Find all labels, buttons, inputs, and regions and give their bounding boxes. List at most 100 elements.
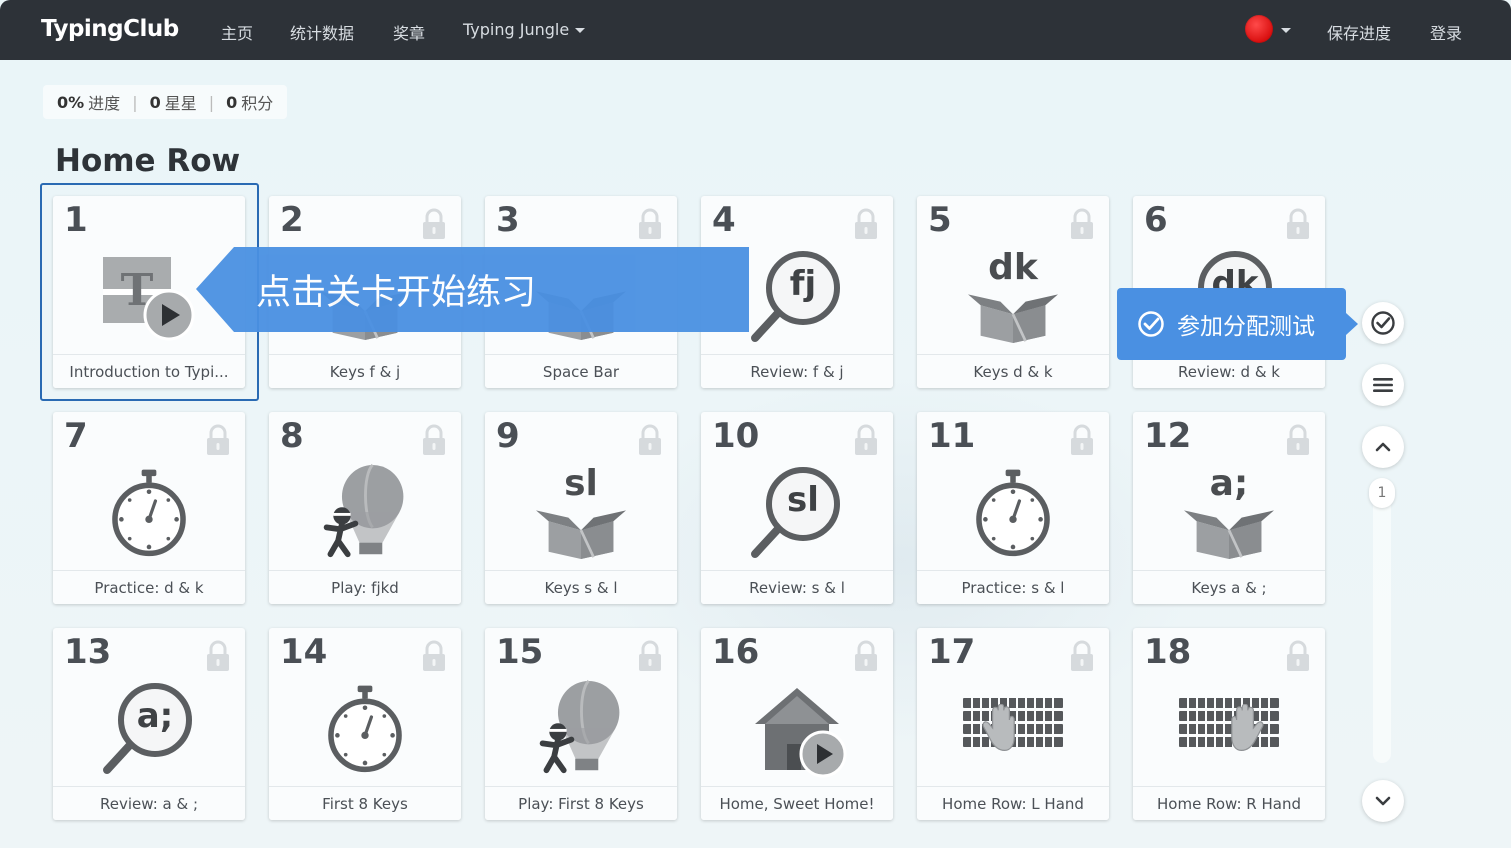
lesson-tile[interactable]: 10 sl Review: s & l [701, 412, 893, 604]
box-key-text: sl [564, 463, 598, 504]
lesson-tile[interactable]: 17 Home Row: L Hand [917, 628, 1109, 820]
lesson-number: 2 [280, 200, 304, 240]
nav-link-stats[interactable]: 统计数据 [290, 20, 354, 44]
placement-test-body[interactable]: 参加分配测试 [1117, 288, 1346, 360]
lesson-tile[interactable]: 14 First 8 Keys [269, 628, 461, 820]
top-navbar: TypingClub 主页 统计数据 奖章 Typing Jungle 保存进度… [0, 0, 1511, 60]
lesson-tile[interactable]: 7 Practice: d & k [53, 412, 245, 604]
lesson-title: Keys a & ; [1133, 570, 1325, 604]
lesson-title: Play: First 8 Keys [485, 786, 677, 820]
callout-arrow [196, 247, 234, 332]
lock-icon [853, 640, 879, 672]
lock-icon [421, 640, 447, 672]
check-circle-icon [1138, 311, 1164, 337]
lock-icon [205, 424, 231, 456]
progress-stats-bar: 0% 进度 | 0 星星 | 0 积分 [43, 85, 288, 119]
stats-divider: | [132, 92, 138, 112]
box-icon [968, 289, 1058, 343]
placement-test-button[interactable] [1362, 302, 1404, 344]
lesson-title: Practice: s & l [917, 570, 1109, 604]
lesson-number: 8 [280, 416, 304, 456]
points-value: 0 [226, 92, 238, 112]
placement-test-label: 参加分配测试 [1177, 314, 1315, 340]
lesson-artwork [53, 456, 245, 568]
nav-link-home[interactable]: 主页 [221, 20, 253, 44]
lock-icon [1069, 424, 1095, 456]
box-key-text: a; [1209, 463, 1249, 504]
current-page-indicator[interactable]: 1 [1369, 478, 1395, 508]
lesson-artwork [269, 672, 461, 784]
login-link[interactable]: 登录 [1430, 20, 1462, 44]
scroll-down-button[interactable] [1362, 780, 1404, 822]
lesson-number: 13 [64, 632, 112, 672]
lesson-tile[interactable]: 5 dk Keys d & k [917, 196, 1109, 388]
lesson-tile[interactable]: 8 Play: fjkd [269, 412, 461, 604]
progress-value: 0% [57, 92, 85, 112]
lesson-artwork [269, 456, 461, 568]
lesson-tile[interactable]: 12 a; Keys a & ; [1133, 412, 1325, 604]
lesson-number: 4 [712, 200, 736, 240]
stopwatch-icon [319, 682, 411, 774]
lesson-title: Keys d & k [917, 354, 1109, 388]
callout-text: 点击关卡开始练习 [234, 247, 749, 332]
lock-icon [637, 640, 663, 672]
lock-icon [637, 208, 663, 240]
lesson-tile[interactable]: 9 sl Keys s & l [485, 412, 677, 604]
hamburger-menu-icon [1373, 378, 1393, 392]
lesson-number: 3 [496, 200, 520, 240]
lesson-number: 14 [280, 632, 328, 672]
placement-test-callout[interactable]: 参加分配测试 [1117, 288, 1358, 360]
hand-icon [1227, 704, 1267, 752]
nav-link-typing-jungle[interactable]: Typing Jungle [463, 20, 586, 39]
lesson-number: 5 [928, 200, 952, 240]
language-flag-icon[interactable] [1245, 15, 1273, 43]
lesson-tile[interactable]: 16 Home, Sweet Home! [701, 628, 893, 820]
progress-label: 进度 [88, 94, 121, 113]
lesson-title: Play: fjkd [269, 570, 461, 604]
caret-down-icon[interactable] [1281, 28, 1291, 33]
lesson-title: Home, Sweet Home! [701, 786, 893, 820]
lesson-number: 17 [928, 632, 976, 672]
lock-icon [421, 424, 447, 456]
lesson-title: Review: f & j [701, 354, 893, 388]
lesson-title: Keys f & j [269, 354, 461, 388]
lesson-number: 10 [712, 416, 760, 456]
lesson-title: Home Row: R Hand [1133, 786, 1325, 820]
caret-down-icon [575, 28, 586, 33]
lesson-tile[interactable]: 15 Play: First 8 Keys [485, 628, 677, 820]
brand-logo[interactable]: TypingClub [41, 16, 179, 42]
lesson-title: Practice: d & k [53, 570, 245, 604]
start-lesson-callout: 点击关卡开始练习 [196, 247, 749, 332]
lesson-number: 16 [712, 632, 760, 672]
lesson-title: Keys s & l [485, 570, 677, 604]
lesson-title: Review: a & ; [53, 786, 245, 820]
hand-icon [979, 704, 1019, 752]
house-play-icon [745, 678, 849, 778]
nav-link-badges[interactable]: 奖章 [393, 20, 425, 44]
lesson-artwork: sl [485, 456, 677, 568]
chevron-up-icon [1375, 442, 1391, 452]
lesson-title: First 8 Keys [269, 786, 461, 820]
lock-icon [853, 208, 879, 240]
balloon-ninja-icon [317, 462, 413, 562]
lesson-tile[interactable]: 18 Home Row: R Hand [1133, 628, 1325, 820]
box-icon [1184, 505, 1274, 559]
scroll-up-button[interactable] [1362, 426, 1404, 468]
lock-icon [1285, 424, 1311, 456]
stats-divider: | [208, 92, 215, 112]
menu-button[interactable] [1362, 364, 1404, 406]
lesson-number: 6 [1144, 200, 1168, 240]
lock-icon [205, 640, 231, 672]
lock-icon [1069, 208, 1095, 240]
lesson-tile[interactable]: 11 Practice: s & l [917, 412, 1109, 604]
save-progress-link[interactable]: 保存进度 [1327, 20, 1391, 44]
lesson-tile[interactable]: 13 a; Review: a & ; [53, 628, 245, 820]
balloon-ninja-icon [533, 678, 629, 778]
lesson-artwork: a; [1133, 456, 1325, 568]
lock-icon [1069, 640, 1095, 672]
page-scroll-track[interactable] [1373, 478, 1391, 763]
stopwatch-icon [103, 466, 195, 558]
lesson-artwork [917, 672, 1109, 784]
lesson-artwork [701, 672, 893, 784]
magnifier-key-text: a; [136, 696, 174, 736]
